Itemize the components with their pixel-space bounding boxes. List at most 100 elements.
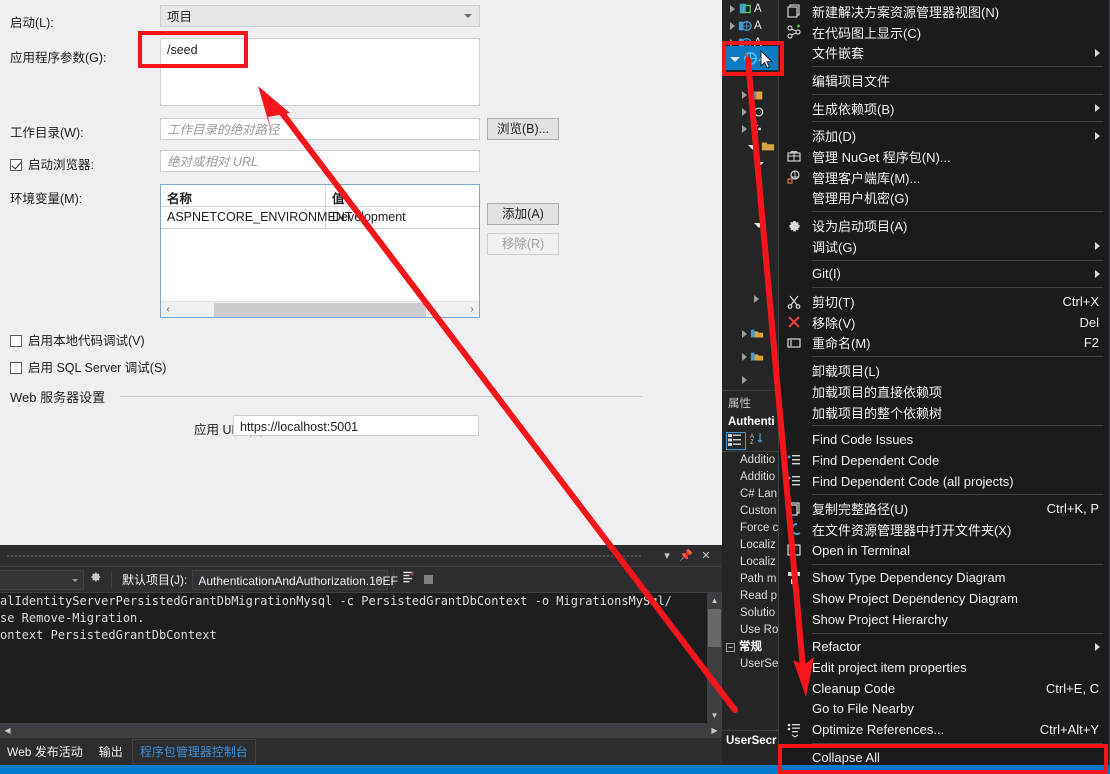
- menu-item-find-dependent-code-all-projects[interactable]: Find Dependent Code (all projects): [779, 471, 1109, 492]
- menu-item-build-dependencies[interactable]: 生成依赖项(B): [779, 98, 1109, 119]
- tree-item[interactable]: [722, 86, 784, 103]
- menu-item-unload-project[interactable]: 卸载项目(L): [779, 360, 1109, 381]
- menu-item-manage-nuget-packages[interactable]: 管理 NuGet 程序包(N)...: [779, 146, 1109, 167]
- property-group-header[interactable]: − 常规: [722, 639, 784, 656]
- menu-item-new-solution-explorer-view[interactable]: 新建解决方案资源管理器视图(N): [779, 1, 1109, 22]
- chevron-right-icon[interactable]: [730, 4, 735, 13]
- tree-item[interactable]: [722, 103, 784, 120]
- add-env-button[interactable]: 添加(A): [487, 203, 559, 225]
- tree-item[interactable]: [722, 325, 784, 342]
- property-row[interactable]: Additio: [722, 452, 784, 469]
- tree-item[interactable]: A: [722, 17, 784, 34]
- launch-browser-checkbox[interactable]: 启动浏览器:: [10, 154, 94, 173]
- clear-console-icon[interactable]: x: [399, 570, 419, 589]
- chevron-right-icon[interactable]: [742, 329, 747, 338]
- menu-item-show-project-hierarchy[interactable]: Show Project Hierarchy: [779, 609, 1109, 630]
- launch-browser-url-input[interactable]: 绝对或相对 URL: [160, 150, 480, 172]
- default-project-combo[interactable]: AuthenticationAndAuthorization.10EF: [192, 569, 398, 590]
- menu-item-file-nesting[interactable]: 文件嵌套: [779, 42, 1109, 63]
- chevron-down-icon[interactable]: [754, 222, 764, 228]
- pin-icon[interactable]: 📌: [678, 548, 694, 564]
- chevron-right-icon[interactable]: [742, 124, 747, 133]
- chevron-right-icon[interactable]: [754, 294, 759, 303]
- tree-item[interactable]: A: [722, 0, 784, 17]
- drag-dots[interactable]: [6, 554, 642, 558]
- chevron-right-icon[interactable]: [742, 375, 747, 384]
- scroll-right-icon[interactable]: ›: [465, 304, 479, 315]
- tree-item[interactable]: [722, 154, 784, 171]
- menu-item-add[interactable]: 添加(D): [779, 125, 1109, 146]
- property-row[interactable]: Additio: [722, 469, 784, 486]
- property-row[interactable]: UserSe: [722, 656, 784, 673]
- property-row[interactable]: Solutio: [722, 605, 784, 622]
- tree-item[interactable]: [722, 120, 784, 137]
- menu-item-set-as-startup-project[interactable]: 设为启动项目(A): [779, 215, 1109, 236]
- menu-item-open-folder-in-file-explorer[interactable]: 在文件资源管理器中打开文件夹(X): [779, 519, 1109, 540]
- menu-item-debug[interactable]: 调试(G): [779, 236, 1109, 257]
- app-url-input[interactable]: https://localhost:5001: [233, 415, 479, 436]
- sql-debug-checkbox[interactable]: 启用 SQL Server 调试(S): [10, 357, 166, 376]
- native-debug-checkbox[interactable]: 启用本地代码调试(V): [10, 330, 145, 349]
- menu-item-copy-full-path[interactable]: 复制完整路径(U) Ctrl+K, P: [779, 498, 1109, 519]
- menu-item-show-type-dependency-diagram[interactable]: Show Type Dependency Diagram: [779, 568, 1109, 589]
- scroll-up-icon[interactable]: ▲: [707, 593, 722, 608]
- chevron-down-icon[interactable]: [748, 144, 758, 150]
- scroll-right-icon[interactable]: ▶: [707, 723, 722, 738]
- categorized-icon[interactable]: [726, 431, 746, 450]
- working-dir-input[interactable]: 工作目录的绝对路径: [160, 118, 480, 140]
- property-row[interactable]: Force c: [722, 520, 784, 537]
- chevron-right-icon[interactable]: [730, 21, 735, 30]
- env-vars-table[interactable]: 名称 值 ASPNETCORE_ENVIRONMENT Development …: [160, 184, 480, 318]
- tree-item[interactable]: [722, 215, 784, 232]
- env-table-hscrollbar[interactable]: ‹ ›: [161, 301, 479, 317]
- property-row[interactable]: Localiz: [722, 537, 784, 554]
- console-output[interactable]: alIdentityServerPersistedGrantDbMigratio…: [0, 593, 722, 723]
- chevron-right-icon[interactable]: [742, 107, 747, 116]
- tree-item[interactable]: [722, 290, 784, 307]
- tab-output[interactable]: 输出: [92, 740, 130, 763]
- menu-item-edit-project-item-properties[interactable]: Edit project item properties: [779, 657, 1109, 678]
- browse-button[interactable]: 浏览(B)...: [487, 118, 559, 140]
- menu-item-remove[interactable]: 移除(V) Del: [779, 312, 1109, 333]
- property-row[interactable]: Use Ro: [722, 622, 784, 639]
- close-icon[interactable]: ✕: [698, 548, 714, 564]
- chevron-right-icon[interactable]: [742, 90, 747, 99]
- menu-item-cut[interactable]: 剪切(T) Ctrl+X: [779, 291, 1109, 312]
- settings-gear-icon[interactable]: [84, 570, 106, 589]
- console-vscrollbar[interactable]: ▲ ▼: [707, 593, 722, 723]
- property-row[interactable]: Localiz: [722, 554, 784, 571]
- chevron-right-icon[interactable]: [742, 352, 747, 361]
- menu-item-git[interactable]: Git(I): [779, 264, 1109, 285]
- chevron-down-icon[interactable]: [754, 161, 764, 167]
- launch-combo[interactable]: 项目: [160, 5, 480, 27]
- stop-icon[interactable]: [419, 571, 437, 589]
- tree-item[interactable]: [722, 137, 784, 154]
- menu-item-manage-client-side-libraries[interactable]: 管理客户端库(M)...: [779, 167, 1109, 188]
- menu-item-find-dependent-code[interactable]: Find Dependent Code: [779, 450, 1109, 471]
- menu-item-show-project-dependency-diagram[interactable]: Show Project Dependency Diagram: [779, 588, 1109, 609]
- tree-item[interactable]: [722, 371, 784, 388]
- alphabetical-icon[interactable]: AZ: [750, 431, 768, 450]
- menu-item-find-code-issues[interactable]: Find Code Issues: [779, 429, 1109, 450]
- scroll-thumb[interactable]: [214, 302, 426, 317]
- scroll-thumb[interactable]: [708, 609, 721, 647]
- property-row[interactable]: C# Lan: [722, 486, 784, 503]
- menu-item-rename[interactable]: 重命名(M) F2: [779, 333, 1109, 354]
- tree-item[interactable]: [722, 348, 784, 365]
- table-row[interactable]: ASPNETCORE_ENVIRONMENT Development: [161, 207, 479, 229]
- property-row[interactable]: Read p: [722, 588, 784, 605]
- menu-item-load-entire-dependency-tree[interactable]: 加载项目的整个依赖树: [779, 402, 1109, 423]
- menu-item-open-in-terminal[interactable]: Open in Terminal: [779, 540, 1109, 561]
- menu-item-manage-user-secrets[interactable]: 管理用户机密(G): [779, 188, 1109, 209]
- property-row[interactable]: Path m: [722, 571, 784, 588]
- menu-item-load-direct-dependencies[interactable]: 加载项目的直接依赖项: [779, 381, 1109, 402]
- property-row[interactable]: Custon: [722, 503, 784, 520]
- tab-web-publish-activity[interactable]: Web 发布活动: [0, 740, 90, 763]
- console-hscrollbar[interactable]: ◀ ▶: [0, 723, 722, 738]
- menu-item-refactor[interactable]: Refactor: [779, 637, 1109, 658]
- menu-item-go-to-file-nearby[interactable]: Go to File Nearby: [779, 699, 1109, 720]
- chevron-down-icon[interactable]: ▾: [659, 548, 675, 564]
- menu-item-show-on-code-map[interactable]: 在代码图上显示(C): [779, 22, 1109, 43]
- scroll-left-icon[interactable]: ‹: [161, 304, 175, 315]
- menu-item-cleanup-code[interactable]: Cleanup Code Ctrl+E, C: [779, 678, 1109, 699]
